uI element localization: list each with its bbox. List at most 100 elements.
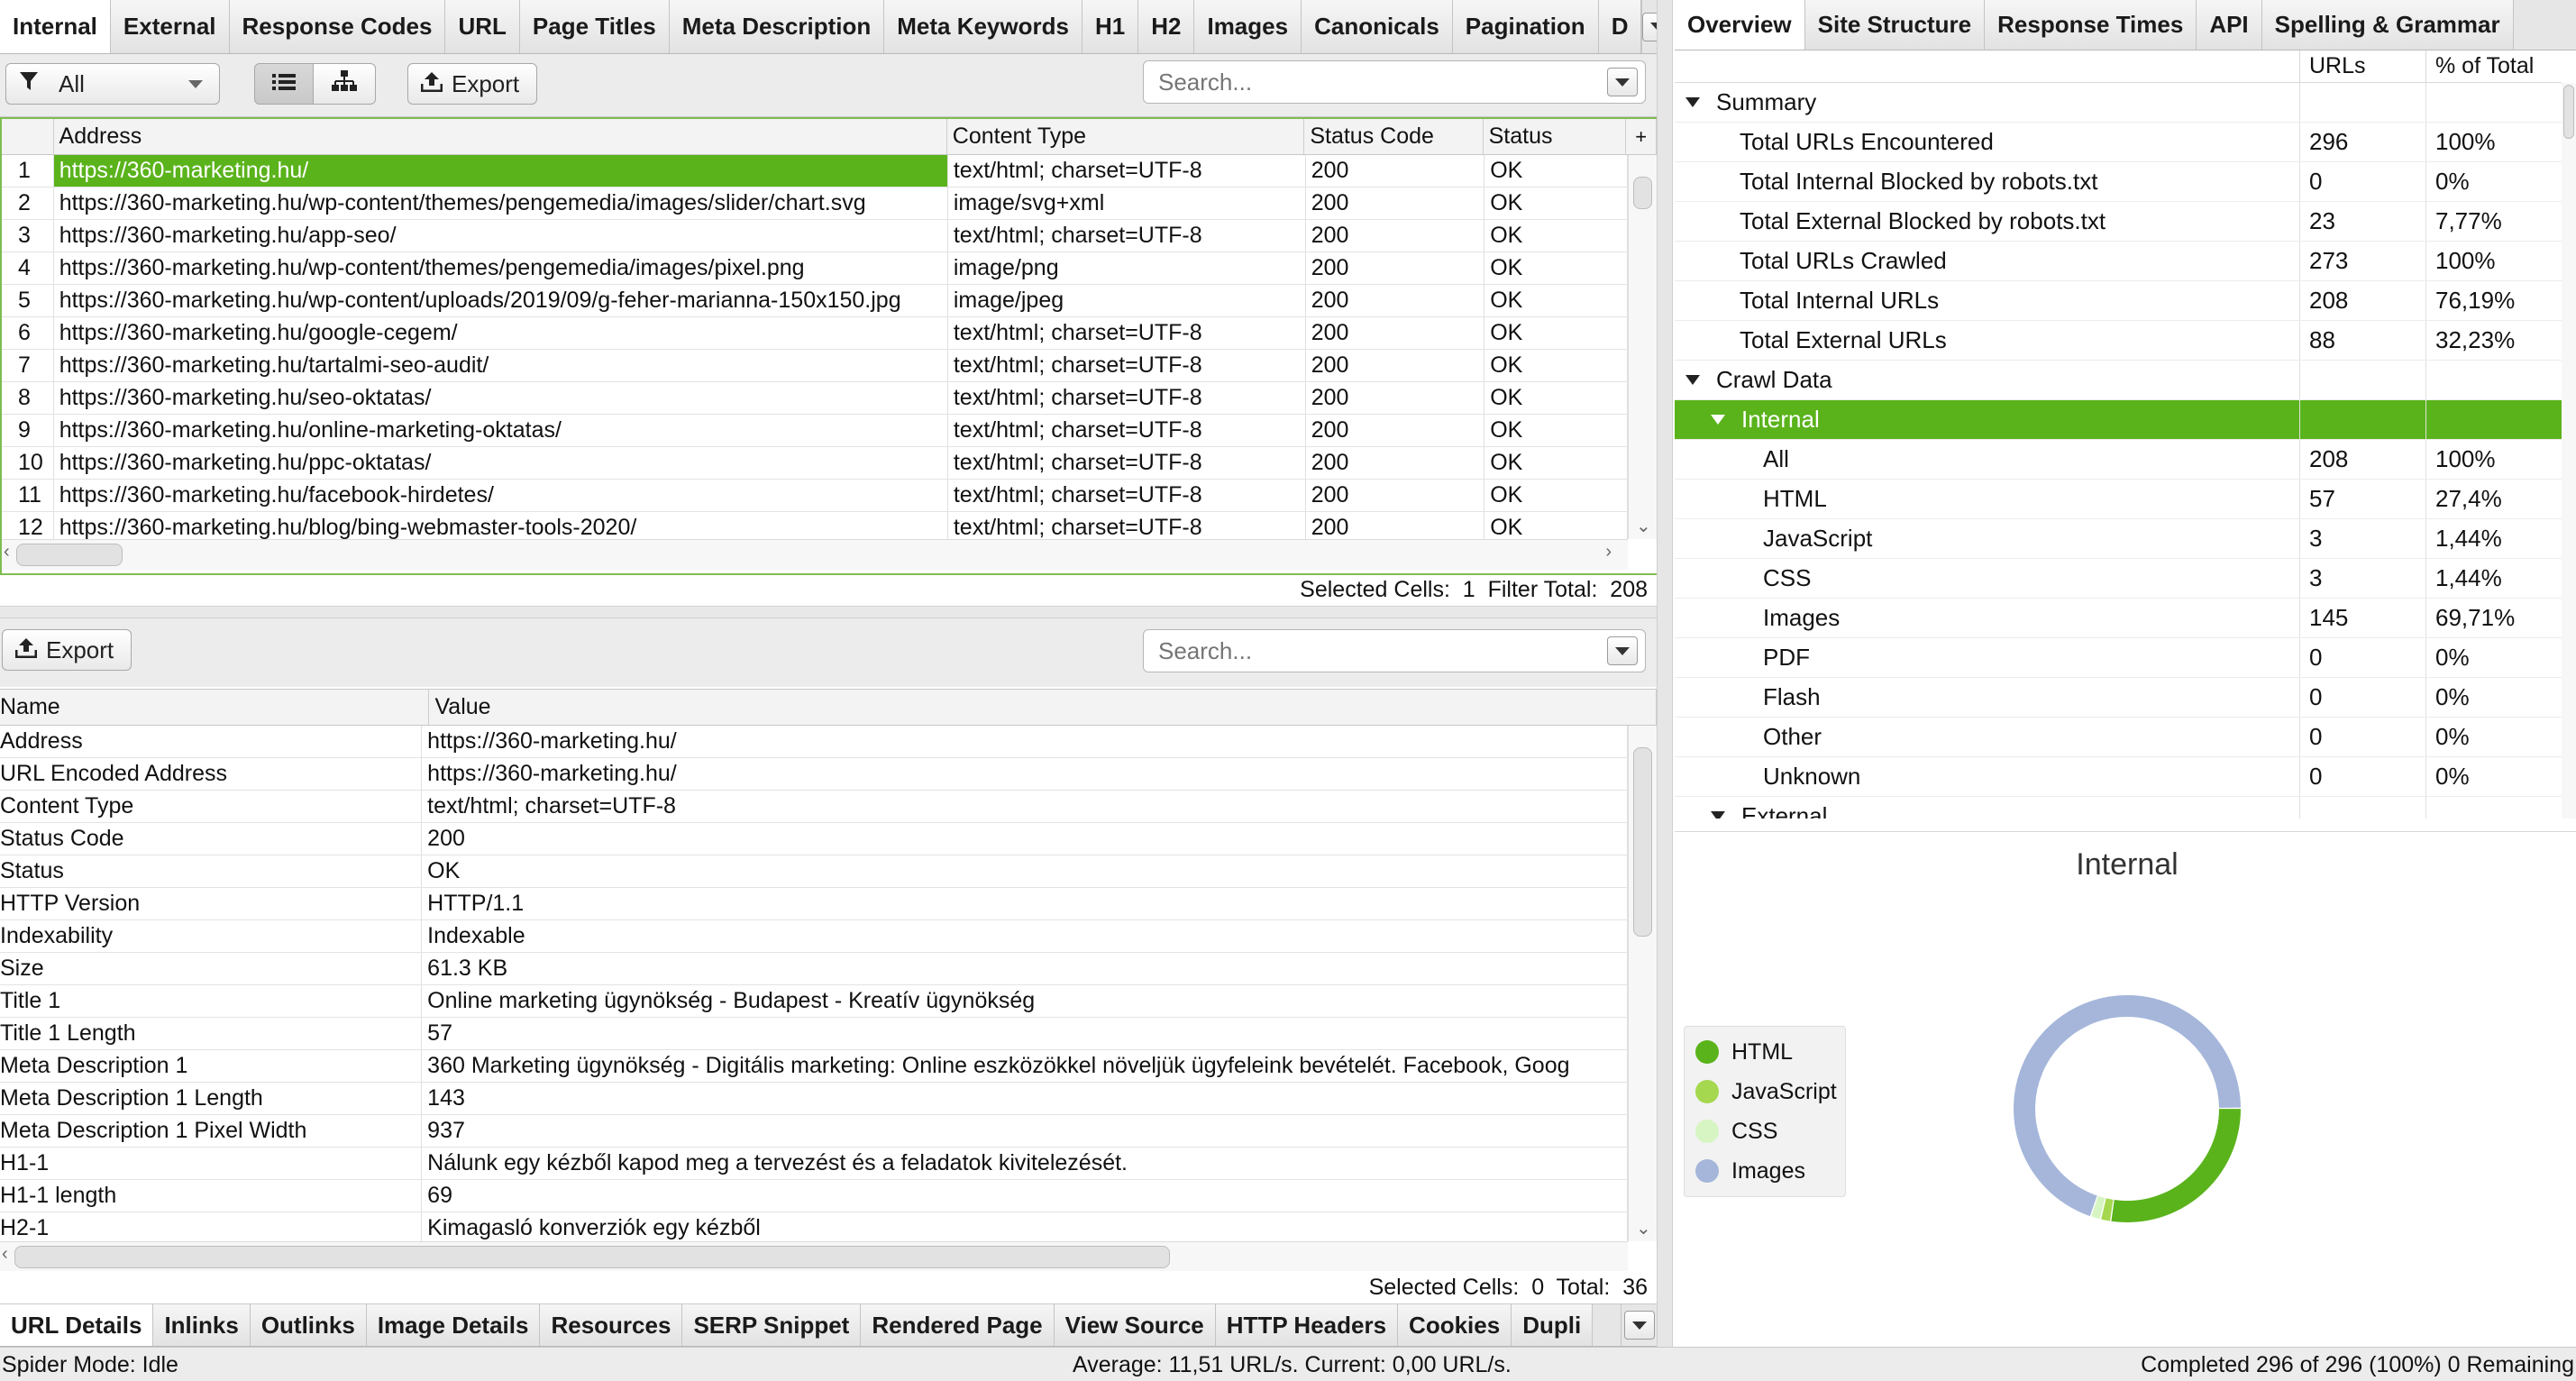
- detail-row[interactable]: Address https://360-marketing.hu/: [0, 726, 1628, 758]
- table-row[interactable]: 10 https://360-marketing.hu/ppc-oktatas/t…: [2, 447, 1628, 480]
- tab-url[interactable]: URL: [445, 0, 520, 53]
- export-button[interactable]: Export: [407, 63, 537, 105]
- horizontal-split-divider[interactable]: [0, 606, 1657, 618]
- expand-triangle-icon[interactable]: [1711, 415, 1725, 425]
- table-row[interactable]: 11 https://360-marketing.hu/facebook-hird…: [2, 480, 1628, 512]
- main-table-vscrollbar[interactable]: ⌄: [1628, 155, 1657, 539]
- tree-row-total-external-urls[interactable]: Total External URLs 88 32,23%: [1675, 321, 2562, 361]
- detail-table-vscrollbar[interactable]: ⌄: [1628, 726, 1657, 1241]
- tree-row-all[interactable]: All 208 100%: [1675, 440, 2562, 480]
- table-row[interactable]: 5 https://360-marketing.hu/wp-content/upl…: [2, 285, 1628, 317]
- tree-row-css[interactable]: CSS 3 1,44%: [1675, 559, 2562, 599]
- tab-url-details[interactable]: URL Details: [0, 1304, 154, 1346]
- tab-site-structure[interactable]: Site Structure: [1804, 0, 1986, 50]
- tab-external[interactable]: External: [110, 0, 230, 53]
- list-view-button[interactable]: [254, 63, 314, 105]
- detail-search-bar[interactable]: [1143, 629, 1646, 672]
- tree-row-total-urls-encountered[interactable]: Total URLs Encountered 296 100%: [1675, 123, 2562, 162]
- tree-row-unknown[interactable]: Unknown 0 0%: [1675, 757, 2562, 797]
- search-dropdown-button[interactable]: [1607, 68, 1638, 96]
- tab-inlinks[interactable]: Inlinks: [153, 1304, 251, 1346]
- tab-http-headers[interactable]: HTTP Headers: [1215, 1304, 1399, 1346]
- tab-view-source[interactable]: View Source: [1054, 1304, 1216, 1346]
- detail-row[interactable]: URL Encoded Address https://360-marketing…: [0, 758, 1628, 791]
- tab-pagination[interactable]: Pagination: [1452, 0, 1599, 53]
- scroll-right-arrow-icon[interactable]: ›: [1605, 542, 1612, 562]
- tab-response-times[interactable]: Response Times: [1985, 0, 2197, 50]
- tree-row-javascript[interactable]: JavaScript 3 1,44%: [1675, 519, 2562, 559]
- expand-triangle-icon[interactable]: [1711, 811, 1725, 819]
- tab-response-codes[interactable]: Response Codes: [229, 0, 446, 53]
- detail-export-button[interactable]: Export: [2, 629, 132, 671]
- detail-table-hscrollbar[interactable]: ‹: [0, 1241, 1628, 1271]
- table-row[interactable]: 3 https://360-marketing.hu/app-seo/text/h…: [2, 220, 1628, 252]
- detail-table-vscroll-thumb[interactable]: [1633, 747, 1652, 937]
- detail-table-hscroll-thumb[interactable]: [14, 1246, 1170, 1268]
- detail-search-input[interactable]: [1144, 636, 1607, 665]
- main-table-vscroll-thumb[interactable]: [1633, 177, 1652, 209]
- tab-images[interactable]: Images: [1194, 0, 1302, 53]
- tab-h2[interactable]: H2: [1138, 0, 1195, 53]
- tab-meta-keywords[interactable]: Meta Keywords: [884, 0, 1082, 53]
- detail-row[interactable]: Indexability Indexable: [0, 920, 1628, 953]
- main-table-hscrollbar[interactable]: ‹ ›: [2, 539, 1628, 570]
- tab-dupli[interactable]: Dupli: [1512, 1304, 1594, 1346]
- scroll-down-arrow-icon[interactable]: ⌄: [1636, 1217, 1651, 1239]
- overview-vscroll-thumb[interactable]: [2563, 85, 2574, 139]
- tree-row-internal[interactable]: Internal: [1675, 400, 2562, 440]
- detail-row[interactable]: Status Code 200: [0, 823, 1628, 855]
- tree-row-pdf[interactable]: PDF 0 0%: [1675, 638, 2562, 678]
- table-row[interactable]: 2 https://360-marketing.hu/wp-content/the…: [2, 187, 1628, 220]
- tab-meta-description[interactable]: Meta Description: [669, 0, 885, 53]
- table-row[interactable]: 7 https://360-marketing.hu/tartalmi-seo-a…: [2, 350, 1628, 382]
- tree-row-summary[interactable]: Summary: [1675, 83, 2562, 123]
- column-header-status[interactable]: Status: [1484, 119, 1627, 154]
- tree-row-total-external-blocked-by-robots-txt[interactable]: Total External Blocked by robots.txt 23 7,…: [1675, 202, 2562, 242]
- tab-serp-snippet[interactable]: SERP Snippet: [682, 1304, 862, 1346]
- expand-triangle-icon[interactable]: [1685, 375, 1700, 385]
- detail-row[interactable]: Size 61.3 KB: [0, 953, 1628, 985]
- tree-row-total-urls-crawled[interactable]: Total URLs Crawled 273 100%: [1675, 242, 2562, 281]
- search-input[interactable]: [1144, 68, 1607, 96]
- tab-api[interactable]: API: [2197, 0, 2262, 50]
- detail-row[interactable]: H1-1 length 69: [0, 1180, 1628, 1212]
- tree-row-html[interactable]: HTML 57 27,4%: [1675, 480, 2562, 519]
- detail-row[interactable]: Meta Description 1 360 Marketing ügynöksé…: [0, 1050, 1628, 1083]
- tab-overview[interactable]: Overview: [1675, 0, 1805, 50]
- table-row[interactable]: 8 https://360-marketing.hu/seo-oktatas/te…: [2, 382, 1628, 415]
- column-header-content-type[interactable]: Content Type: [947, 119, 1305, 154]
- tab-canonicals[interactable]: Canonicals: [1302, 0, 1453, 53]
- tab-d[interactable]: D: [1598, 0, 1642, 53]
- tab-outlinks[interactable]: Outlinks: [250, 1304, 367, 1346]
- detail-row[interactable]: Status OK: [0, 855, 1628, 888]
- tab-page-titles[interactable]: Page Titles: [519, 0, 670, 53]
- tab-internal[interactable]: Internal: [0, 0, 111, 53]
- table-row[interactable]: 9 https://360-marketing.hu/online-marketi…: [2, 415, 1628, 447]
- table-row[interactable]: 12 https://360-marketing.hu/blog/bing-web…: [2, 512, 1628, 539]
- detail-row[interactable]: H2-1 Kimagasló konverziók egy kézből: [0, 1212, 1628, 1241]
- expand-triangle-icon[interactable]: [1685, 97, 1700, 107]
- detail-row[interactable]: Meta Description 1 Length 143: [0, 1083, 1628, 1115]
- scroll-down-arrow-icon[interactable]: ⌄: [1636, 515, 1651, 537]
- column-header-name[interactable]: Name: [0, 690, 430, 725]
- add-column-button[interactable]: +: [1626, 119, 1657, 154]
- overview-vscrollbar[interactable]: [2562, 83, 2576, 819]
- detail-row[interactable]: H1-1 Nálunk egy kézből kapod meg a tervez…: [0, 1148, 1628, 1180]
- legend-item-javascript[interactable]: JavaScript: [1685, 1072, 1845, 1111]
- donut-slice-html[interactable]: [2111, 1109, 2241, 1222]
- search-bar[interactable]: [1143, 60, 1646, 104]
- tree-row-other[interactable]: Other 0 0%: [1675, 718, 2562, 757]
- detail-row[interactable]: HTTP Version HTTP/1.1: [0, 888, 1628, 920]
- tab-image-details[interactable]: Image Details: [366, 1304, 541, 1346]
- tab-h1[interactable]: H1: [1082, 0, 1139, 53]
- table-row[interactable]: 4 https://360-marketing.hu/wp-content/the…: [2, 252, 1628, 285]
- tree-row-flash[interactable]: Flash 0 0%: [1675, 678, 2562, 718]
- column-header-address[interactable]: Address: [54, 119, 947, 154]
- tree-row-total-internal-urls[interactable]: Total Internal URLs 208 76,19%: [1675, 281, 2562, 321]
- detail-row[interactable]: Title 1 Length 57: [0, 1018, 1628, 1050]
- tree-view-button[interactable]: [313, 63, 376, 105]
- column-header-value[interactable]: Value: [429, 690, 1657, 725]
- tab-overflow-button[interactable]: [1621, 1304, 1657, 1346]
- scroll-left-arrow-icon[interactable]: ‹: [2, 1244, 8, 1265]
- tree-row-images[interactable]: Images 145 69,71%: [1675, 599, 2562, 638]
